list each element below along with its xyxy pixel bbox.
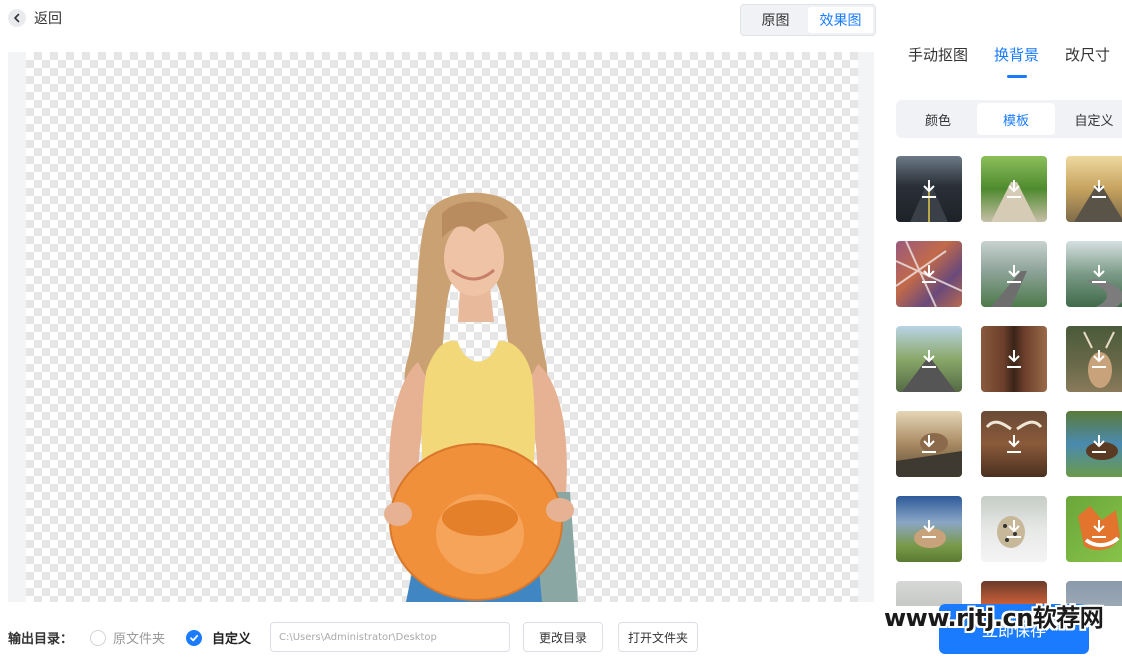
download-icon [1007, 435, 1021, 453]
template-thumb-green-field-road[interactable] [981, 156, 1047, 222]
template-thumb-snow-leopard[interactable] [981, 496, 1047, 562]
template-thumb-foggy-road[interactable] [981, 241, 1047, 307]
template-thumb-forest-road[interactable] [896, 326, 962, 392]
right-panel-tabs: 手动抠图 换背景 改尺寸 [900, 44, 1122, 84]
template-thumb-horse-grass[interactable] [896, 496, 962, 562]
radio-original-label: 原文件夹 [113, 632, 166, 647]
output-path-input[interactable] [270, 622, 510, 652]
template-thumb-autumn-branches[interactable] [896, 241, 962, 307]
cutout-subject-image [384, 192, 578, 602]
tab-change-background[interactable]: 换背景 [994, 44, 1039, 78]
template-thumb-sparrow[interactable] [896, 411, 962, 477]
download-icon [1007, 520, 1021, 538]
template-thumb-horse-lake[interactable] [1066, 411, 1122, 477]
subtab-color[interactable]: 颜色 [899, 103, 977, 135]
site-watermark: www.rjtj.cn软荐网 [884, 604, 1104, 632]
template-grid [896, 156, 1122, 606]
radio-unchecked-icon [90, 629, 106, 646]
output-bar: 输出目录： 原文件夹 自定义 更改目录 打开文件夹 [0, 614, 930, 660]
template-thumb-sunset-road[interactable] [1066, 156, 1122, 222]
tab-resize[interactable]: 改尺寸 [1065, 44, 1110, 78]
download-icon [922, 435, 936, 453]
template-thumb-fox[interactable] [1066, 496, 1122, 562]
template-thumb-coastal-road[interactable] [1066, 241, 1122, 307]
radio-custom-label: 自定义 [212, 632, 252, 647]
template-thumb-dark-road[interactable] [896, 156, 962, 222]
view-toggle: 原图 效果图 [740, 4, 876, 36]
chevron-left-icon [8, 9, 26, 27]
background-sub-tabs: 颜色 模板 自定义 [896, 100, 1122, 138]
subtab-template[interactable]: 模板 [977, 103, 1055, 135]
download-icon [1092, 180, 1106, 198]
download-icon [922, 265, 936, 283]
open-folder-button[interactable]: 打开文件夹 [618, 622, 698, 652]
download-icon [1007, 180, 1021, 198]
download-icon [922, 520, 936, 538]
toggle-result[interactable]: 效果图 [808, 7, 873, 33]
download-icon [1092, 520, 1106, 538]
change-directory-button[interactable]: 更改目录 [523, 622, 603, 652]
radio-custom-folder[interactable]: 自定义 [186, 628, 251, 647]
subtab-custom[interactable]: 自定义 [1055, 103, 1122, 135]
toggle-original[interactable]: 原图 [743, 7, 808, 33]
template-thumb-deer[interactable] [1066, 326, 1122, 392]
download-icon [1092, 435, 1106, 453]
transparent-background [26, 52, 858, 602]
back-button[interactable]: 返回 [8, 8, 62, 28]
template-thumb-tree-bark[interactable] [981, 326, 1047, 392]
download-icon [1007, 350, 1021, 368]
radio-original-folder[interactable]: 原文件夹 [90, 628, 165, 647]
back-label: 返回 [34, 11, 62, 27]
preview-canvas [8, 52, 874, 602]
download-icon [1092, 265, 1106, 283]
tab-manual-cutout[interactable]: 手动抠图 [908, 44, 968, 78]
download-icon [1007, 265, 1021, 283]
download-icon [1092, 350, 1106, 368]
radio-checked-icon [186, 629, 202, 646]
download-icon [922, 180, 936, 198]
download-icon [922, 350, 936, 368]
output-directory-label: 输出目录： [8, 632, 74, 647]
template-thumb-highland-cow[interactable] [981, 411, 1047, 477]
